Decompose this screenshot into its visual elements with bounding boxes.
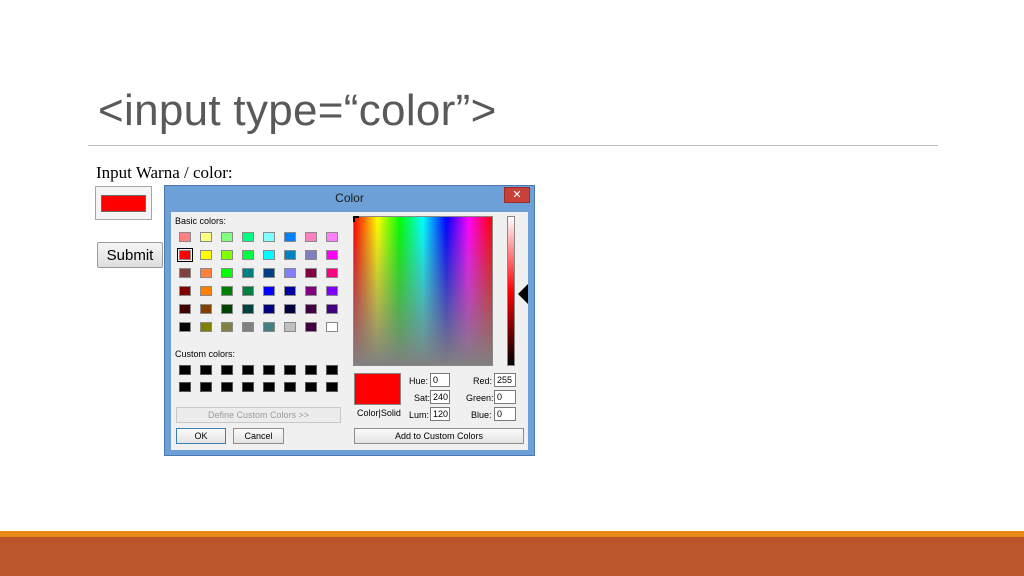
basic-color-swatch[interactable] (263, 232, 275, 242)
basic-color-swatch[interactable] (326, 286, 338, 296)
basic-color-swatch[interactable] (179, 232, 191, 242)
slider-arrow-icon[interactable] (518, 284, 528, 304)
custom-color-swatch[interactable] (263, 382, 275, 392)
dialog-body: Basic colors: Custom colors: Define Cust… (171, 212, 528, 450)
custom-color-swatch[interactable] (200, 365, 212, 375)
custom-color-swatch[interactable] (242, 365, 254, 375)
sat-label: Sat: (414, 393, 431, 403)
custom-color-swatch[interactable] (179, 365, 191, 375)
ok-button[interactable]: OK (176, 428, 226, 444)
color-input-label: Input Warna / color: (96, 163, 233, 182)
basic-color-swatch[interactable] (179, 268, 191, 278)
basic-color-swatch[interactable] (242, 322, 254, 332)
hue-label: Hue: (409, 376, 429, 386)
basic-color-swatch[interactable] (221, 322, 233, 332)
basic-color-swatch[interactable] (242, 250, 254, 260)
basic-color-swatch[interactable] (263, 268, 275, 278)
submit-button[interactable]: Submit (97, 242, 163, 268)
blue-field[interactable]: 0 (494, 407, 516, 421)
green-field[interactable]: 0 (494, 390, 516, 404)
basic-color-swatch[interactable] (326, 250, 338, 260)
luminosity-slider[interactable] (507, 216, 515, 366)
basic-color-swatch[interactable] (305, 232, 317, 242)
basic-color-swatch[interactable] (305, 304, 317, 314)
crosshair-icon (353, 216, 359, 222)
custom-color-swatch[interactable] (221, 382, 233, 392)
sat-field[interactable]: 240 (430, 390, 450, 404)
footer-bar (0, 537, 1024, 576)
basic-color-swatch[interactable] (284, 250, 296, 260)
basic-color-swatch[interactable] (284, 304, 296, 314)
basic-color-swatch[interactable] (305, 268, 317, 278)
color-preview (354, 373, 401, 405)
custom-color-swatch[interactable] (200, 382, 212, 392)
cancel-button[interactable]: Cancel (233, 428, 284, 444)
basic-color-swatch[interactable] (242, 232, 254, 242)
basic-color-swatch[interactable] (179, 304, 191, 314)
basic-color-swatch[interactable] (263, 286, 275, 296)
basic-color-swatch[interactable] (284, 322, 296, 332)
define-custom-colors-button[interactable]: Define Custom Colors >> (176, 407, 341, 423)
basic-color-swatch[interactable] (284, 232, 296, 242)
basic-color-swatch[interactable] (326, 322, 338, 332)
custom-color-swatch[interactable] (284, 365, 296, 375)
basic-color-swatch[interactable] (221, 268, 233, 278)
basic-colors-label: Basic colors: (175, 216, 227, 226)
custom-color-swatch[interactable] (305, 365, 317, 375)
basic-color-swatch[interactable] (326, 232, 338, 242)
blue-label: Blue: (471, 410, 492, 420)
basic-color-swatch[interactable] (284, 286, 296, 296)
custom-color-swatch[interactable] (326, 365, 338, 375)
basic-color-swatch[interactable] (242, 286, 254, 296)
red-field[interactable]: 255 (494, 373, 516, 387)
basic-color-swatch[interactable] (305, 286, 317, 296)
dialog-title: Color (335, 191, 364, 205)
color-spectrum[interactable] (353, 216, 493, 366)
basic-color-swatch[interactable] (200, 250, 212, 260)
basic-color-swatch[interactable] (326, 304, 338, 314)
color-input-swatch (101, 195, 146, 212)
lum-field[interactable]: 120 (430, 407, 450, 421)
title-divider (88, 145, 938, 146)
basic-color-swatch[interactable] (263, 322, 275, 332)
custom-color-swatch[interactable] (263, 365, 275, 375)
basic-color-swatch[interactable] (200, 232, 212, 242)
hue-field[interactable]: 0 (430, 373, 450, 387)
basic-color-swatch[interactable] (221, 232, 233, 242)
basic-color-swatch[interactable] (221, 304, 233, 314)
red-label: Red: (473, 376, 493, 386)
color-input[interactable] (95, 186, 152, 220)
custom-color-swatch[interactable] (221, 365, 233, 375)
basic-color-swatch[interactable] (200, 322, 212, 332)
green-label: Green: (466, 393, 494, 403)
basic-color-swatch[interactable] (200, 268, 212, 278)
custom-color-swatch[interactable] (326, 382, 338, 392)
basic-color-swatch[interactable] (221, 286, 233, 296)
custom-colors-label: Custom colors: (175, 349, 236, 359)
add-to-custom-colors-button[interactable]: Add to Custom Colors (354, 428, 524, 444)
basic-color-swatch[interactable] (305, 250, 317, 260)
basic-color-swatch[interactable] (263, 250, 275, 260)
color-dialog: Color ✕ Basic colors: Custom colors: Def… (164, 185, 535, 456)
color-solid-label: Color|Solid (357, 408, 401, 418)
basic-color-swatch[interactable] (326, 268, 338, 278)
basic-color-swatch[interactable] (177, 248, 193, 262)
basic-color-swatch[interactable] (221, 250, 233, 260)
close-icon[interactable]: ✕ (504, 187, 530, 203)
lum-label: Lum: (409, 410, 430, 420)
basic-color-swatch[interactable] (179, 322, 191, 332)
basic-color-swatch[interactable] (179, 286, 191, 296)
basic-color-swatch[interactable] (305, 322, 317, 332)
basic-color-swatch[interactable] (242, 268, 254, 278)
custom-color-swatch[interactable] (305, 382, 317, 392)
custom-color-swatch[interactable] (284, 382, 296, 392)
basic-color-swatch[interactable] (200, 304, 212, 314)
basic-color-swatch[interactable] (200, 286, 212, 296)
basic-color-swatch[interactable] (242, 304, 254, 314)
slide-title: <input type=“color”> (98, 86, 497, 135)
custom-color-swatch[interactable] (179, 382, 191, 392)
basic-color-swatch[interactable] (284, 268, 296, 278)
basic-color-swatch[interactable] (263, 304, 275, 314)
custom-color-swatch[interactable] (242, 382, 254, 392)
